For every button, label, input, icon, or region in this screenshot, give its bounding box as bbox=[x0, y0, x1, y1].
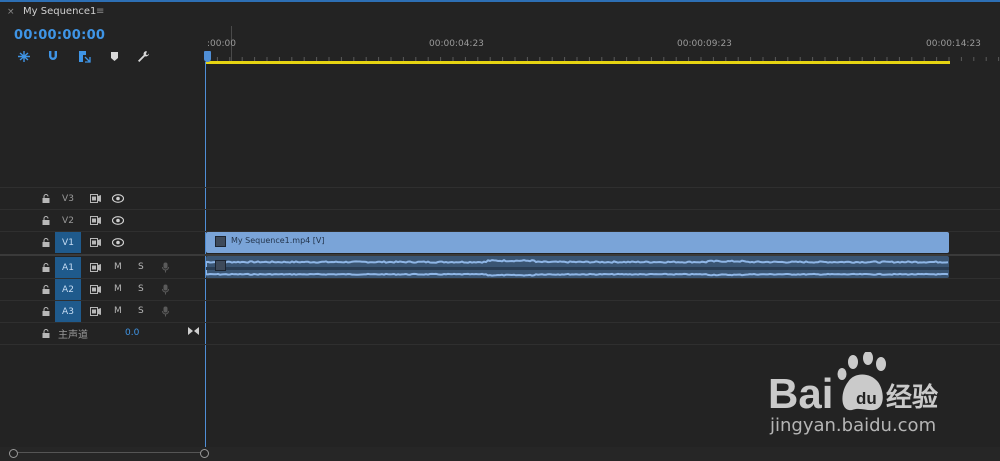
track-divider bbox=[0, 344, 1000, 345]
track-name-a3[interactable]: A3 bbox=[55, 301, 81, 322]
track-header-v1: V1 bbox=[0, 232, 205, 253]
solo-toggle[interactable]: S bbox=[138, 284, 144, 294]
sync-lock-icon[interactable] bbox=[90, 238, 101, 247]
master-volume-value[interactable]: 0.0 bbox=[125, 328, 139, 338]
svg-text:经验: 经验 bbox=[886, 382, 938, 413]
track-header-a1: A1 M S bbox=[0, 257, 205, 278]
solo-toggle[interactable]: S bbox=[138, 262, 144, 272]
mute-toggle[interactable]: M bbox=[114, 262, 122, 272]
svg-text:du: du bbox=[856, 389, 877, 408]
lock-icon[interactable] bbox=[42, 285, 50, 294]
svg-text:Bai: Bai bbox=[768, 370, 833, 417]
microphone-icon[interactable] bbox=[162, 262, 169, 273]
track-name-a2[interactable]: A2 bbox=[55, 279, 81, 300]
panel-menu-icon[interactable]: ≡ bbox=[96, 6, 104, 17]
video-clip-label: My Sequence1.mp4 [V] bbox=[231, 236, 325, 245]
playhead-timecode[interactable]: 00:00:00:00 bbox=[14, 28, 105, 43]
sequence-tab-title[interactable]: My Sequence1 bbox=[23, 6, 96, 17]
sync-lock-icon[interactable] bbox=[90, 307, 101, 316]
video-clip[interactable]: My Sequence1.mp4 [V] bbox=[206, 232, 949, 253]
eye-visibility-icon[interactable] bbox=[112, 194, 124, 203]
track-name-v1[interactable]: V1 bbox=[55, 232, 81, 253]
track-header-a3: A3 M S bbox=[0, 301, 205, 322]
eye-visibility-icon[interactable] bbox=[112, 238, 124, 247]
playhead-handle[interactable] bbox=[204, 51, 211, 62]
scroll-handle-left[interactable] bbox=[9, 449, 18, 458]
add-marker-icon[interactable] bbox=[106, 49, 122, 63]
close-tab-button[interactable]: × bbox=[7, 7, 15, 17]
audio-waveform bbox=[206, 259, 949, 277]
ruler-label: :00:00 bbox=[207, 39, 236, 49]
microphone-icon[interactable] bbox=[162, 306, 169, 317]
track-header-v2: V2 bbox=[0, 210, 205, 231]
lock-icon[interactable] bbox=[42, 263, 50, 272]
track-name-v2[interactable]: V2 bbox=[55, 210, 81, 231]
nest-sequence-icon[interactable] bbox=[16, 49, 32, 63]
sync-lock-icon[interactable] bbox=[90, 216, 101, 225]
snap-magnet-icon[interactable] bbox=[45, 49, 61, 63]
track-name-a1[interactable]: A1 bbox=[55, 257, 81, 278]
ruler-label: 00:00:09:23 bbox=[677, 39, 732, 49]
lock-icon[interactable] bbox=[42, 307, 50, 316]
track-header-a2: A2 M S bbox=[0, 279, 205, 300]
linked-selection-icon[interactable] bbox=[76, 49, 92, 63]
watermark-url: jingyan.baidu.com bbox=[770, 415, 937, 436]
mute-toggle[interactable]: M bbox=[114, 284, 122, 294]
eye-visibility-icon[interactable] bbox=[112, 216, 124, 225]
lock-icon[interactable] bbox=[42, 238, 50, 247]
scroll-handle-right[interactable] bbox=[200, 449, 209, 458]
sync-lock-icon[interactable] bbox=[90, 285, 101, 294]
expand-track-icon[interactable] bbox=[188, 327, 199, 335]
fx-badge-icon bbox=[215, 236, 226, 247]
track-name-v3[interactable]: V3 bbox=[55, 188, 81, 209]
fx-badge-icon bbox=[215, 260, 226, 271]
microphone-icon[interactable] bbox=[162, 284, 169, 295]
scroll-thumb[interactable] bbox=[18, 452, 200, 453]
waveform-path bbox=[206, 259, 949, 267]
panel-tab-bar bbox=[0, 2, 1000, 24]
sync-lock-icon[interactable] bbox=[90, 194, 101, 203]
lock-icon[interactable] bbox=[42, 216, 50, 225]
sync-lock-icon[interactable] bbox=[90, 263, 101, 272]
mute-toggle[interactable]: M bbox=[114, 306, 122, 316]
lock-icon[interactable] bbox=[42, 194, 50, 203]
audio-clip[interactable] bbox=[206, 256, 949, 278]
solo-toggle[interactable]: S bbox=[138, 306, 144, 316]
wrench-settings-icon[interactable] bbox=[135, 49, 151, 63]
master-track-name[interactable]: 主声道 bbox=[58, 326, 88, 341]
ruler-label: 00:00:14:23 bbox=[926, 39, 981, 49]
work-area-bar[interactable] bbox=[206, 61, 950, 64]
ruler-label: 00:00:04:23 bbox=[429, 39, 484, 49]
horizontal-scroll-track[interactable] bbox=[0, 447, 1000, 461]
lock-icon[interactable] bbox=[42, 329, 50, 338]
track-header-v3: V3 bbox=[0, 188, 205, 209]
track-header-master: 主声道 0.0 bbox=[0, 323, 205, 344]
